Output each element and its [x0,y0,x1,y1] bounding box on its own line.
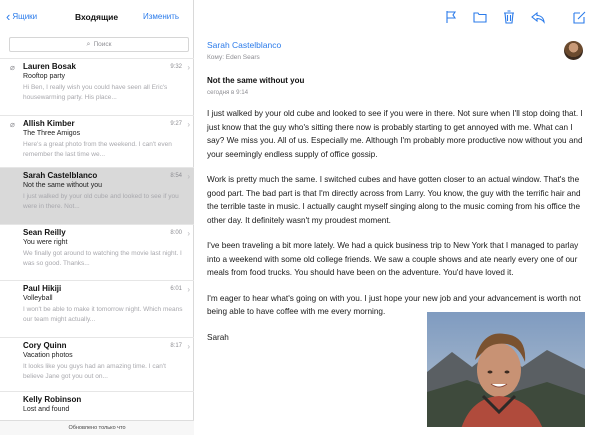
message-time: 8:54 [170,173,182,179]
message-sender: Sarah Castelblanco [23,171,98,180]
message-sender: Cory Quinn [23,341,67,350]
message-time: 8:17 [170,343,182,349]
message-preview: Hi Ben, I really wish you could have see… [23,84,168,101]
chevron-right-icon: › [187,285,190,294]
mailbox-sidebar: ‹ Ящики Входящие Изменить ⌕ Поиск ⌀ Laur… [0,0,194,435]
message-preview: I just walked by your old cube and looke… [23,193,179,210]
status-bar: Обновлено только что [0,420,194,435]
message-row[interactable]: ⌀ Lauren Bosak 9:32 › Rooftop party Hi B… [0,58,194,115]
paperclip-icon: ⌀ [10,63,15,72]
message-sender: Lauren Bosak [23,62,76,71]
message-preview: Here's a great photo from the weekend. I… [23,141,172,158]
message-time: 9:27 [170,121,182,127]
paperclip-icon: ⌀ [10,120,15,129]
message-subject: Lost and found [23,406,70,413]
message-time: 8:00 [170,230,182,236]
search-icon: ⌕ [86,40,91,48]
photo-image [427,312,585,427]
message-time: 9:32 [170,64,182,70]
back-label: Ящики [12,12,38,21]
mailbox-title: Входящие [75,12,119,22]
sender-name[interactable]: Sarah Castelblanco [207,40,281,50]
chevron-right-icon: › [187,63,190,72]
message-subject: Vacation photos [23,352,73,359]
chevron-right-icon: › [187,229,190,238]
body-paragraph: I've been traveling a bit more lately. W… [207,241,579,277]
body-paragraph: Work is pretty much the same. I switched… [207,175,581,225]
search-placeholder: Поиск [93,41,112,48]
message-row[interactable]: Sean Reilly 8:00 › You were right We fin… [0,224,194,281]
compose-icon[interactable] [571,9,587,25]
message-preview: I won't be able to make it tomorrow nigh… [23,306,183,323]
message-sender: Paul Hikiji [23,284,62,293]
message-preview: It looks like you guys had an amazing ti… [23,363,166,380]
chevron-right-icon: › [187,120,190,129]
message-preview: We finally got around to watching the mo… [23,250,182,267]
message-sender: Allish Kimber [23,119,75,128]
message-time: 6:01 [170,286,182,292]
message-subject: You were right [23,239,68,246]
message-subject-heading: Not the same without you [207,76,305,85]
message-row[interactable]: ⌀ Allish Kimber 9:27 › The Three Amigos … [0,115,194,172]
attached-photo[interactable] [426,311,586,428]
message-subject: Not the same without you [23,182,102,189]
recipient-line: Кому: Eden Sears [207,54,260,61]
updated-status: Обновлено только что [68,425,126,431]
message-row[interactable]: Cory Quinn 8:17 › Vacation photos It loo… [0,337,194,394]
avatar [564,41,583,60]
message-subject: Rooftop party [23,73,66,80]
message-subject: The Three Amigos [23,130,81,137]
message-subject: Volleyball [23,295,53,302]
message-row[interactable]: Paul Hikiji 6:01 › Volleyball I won't be… [0,280,194,337]
flag-icon[interactable] [443,9,459,25]
reply-icon[interactable] [530,9,546,25]
trash-icon[interactable] [501,9,517,25]
chevron-right-icon: › [187,172,190,181]
message-date: сегодня в 9:14 [207,89,249,96]
search-field[interactable]: ⌕ Поиск [9,37,189,52]
edit-button[interactable]: Изменить [143,12,179,21]
message-sender: Sean Reilly [23,228,66,237]
folder-icon[interactable] [472,9,488,25]
message-sender: Kelly Robinson [23,395,82,404]
body-paragraph: I just walked by your old cube and looke… [207,109,583,159]
chevron-right-icon: › [187,342,190,351]
back-button[interactable]: ‹ Ящики [6,10,37,23]
message-toolbar [195,0,597,34]
chevron-left-icon: ‹ [6,9,11,24]
sidebar-header: ‹ Ящики Входящие Изменить [0,0,194,34]
message-row-selected[interactable]: Sarah Castelblanco 8:54 › Not the same w… [0,167,194,224]
